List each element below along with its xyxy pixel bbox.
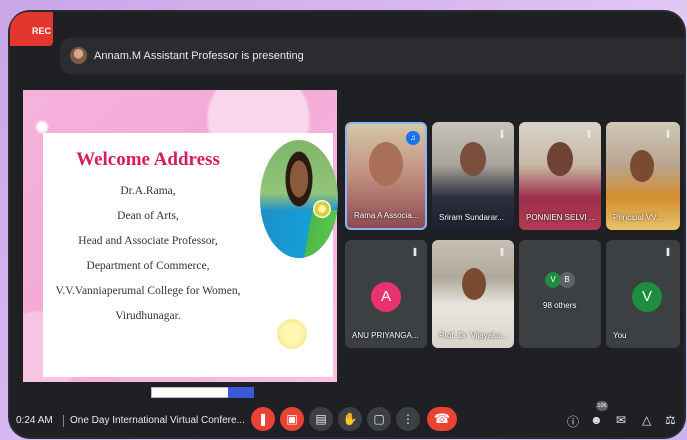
host-controls-icon[interactable]: ⚖ — [665, 413, 676, 427]
photo-clothing — [260, 210, 338, 258]
participant-name: ANU PRIYANGA... — [352, 331, 419, 340]
slide-line-name: Dr.A.Rama, — [120, 185, 176, 197]
presenting-banner: Annam.M Assistant Professor is presentin… — [60, 38, 684, 74]
avatar: A — [371, 282, 401, 312]
presenting-text: Annam.M Assistant Professor is presentin… — [94, 50, 304, 62]
participant-name: Principal VV... — [613, 213, 663, 222]
participant-tile-3[interactable]: ❚ PONNIEN SELVI ... — [519, 122, 601, 230]
participant-name: PONNIEN SELVI ... — [526, 213, 596, 222]
mic-off-icon: ❚ — [664, 129, 672, 138]
speaker-photo — [260, 140, 338, 258]
meeting-title: One Day International Virtual Confere... — [70, 415, 245, 426]
slide-line-department: Department of Commerce, — [86, 260, 210, 272]
bottom-toolbar: 0:24 AM One Day International Virtual Co… — [10, 393, 684, 437]
chat-icon[interactable]: ✉ — [616, 413, 626, 427]
slide-line-college: V.V.Vanniaperumal College for Women, — [55, 285, 241, 297]
mic-off-icon: ❚ — [498, 247, 506, 256]
raise-hand-button[interactable]: ✋ — [338, 407, 362, 431]
participant-name: Rama A Associa... — [354, 211, 419, 220]
mic-off-icon: ❚ — [411, 247, 419, 256]
mic-off-icon: ❚ — [664, 247, 672, 256]
participant-name: You — [613, 331, 627, 340]
slide-line-head: Head and Associate Professor, — [78, 235, 218, 247]
slide-line-city: Virudhunagar. — [115, 310, 181, 322]
participant-name: Sriram Sundarar... — [439, 213, 504, 222]
others-count: 98 others — [543, 301, 577, 310]
slide-line-dean: Dean of Arts, — [117, 210, 179, 222]
participant-name: Prof. Dr. Vijayaku... — [439, 331, 508, 340]
speaking-indicator-icon: ♫ — [406, 131, 420, 145]
slide-decoration-glow — [35, 120, 49, 134]
slide-title: Welcome Address — [76, 149, 220, 170]
avatar: V — [632, 282, 662, 312]
slide-decoration-dot — [277, 319, 307, 349]
people-icon[interactable]: ☻ — [590, 413, 603, 427]
presenter-avatar — [70, 47, 87, 64]
photo-badge — [313, 200, 331, 218]
info-icon[interactable]: ⓘ — [567, 413, 579, 430]
end-call-button[interactable]: ☎ — [427, 407, 457, 431]
participant-tile-5[interactable]: A ❚ ANU PRIYANGA... — [345, 240, 427, 348]
meeting-time: 0:24 AM — [16, 415, 53, 426]
participant-count-badge: 106 — [596, 401, 608, 411]
mic-toggle-button[interactable]: ❚ — [251, 407, 275, 431]
participant-tile-2[interactable]: ❚ Sriram Sundarar... — [432, 122, 514, 230]
camera-toggle-button[interactable]: ▣ — [280, 407, 304, 431]
captions-button[interactable]: ▤ — [309, 407, 333, 431]
participant-tile-4[interactable]: ❚ Principal VV... — [606, 122, 680, 230]
present-button[interactable]: ▢ — [367, 407, 391, 431]
recording-label: REC — [32, 26, 52, 36]
avatar: B — [559, 272, 575, 288]
participant-tile-self[interactable]: V ❚ You — [606, 240, 680, 348]
more-options-button[interactable]: ⋮ — [396, 407, 420, 431]
recording-badge: REC — [10, 12, 53, 46]
mic-off-icon: ❚ — [498, 129, 506, 138]
participant-tile-others[interactable]: V B 98 others — [519, 240, 601, 348]
mic-off-icon: ❚ — [585, 129, 593, 138]
participant-tile-1[interactable]: ♫ Rama A Associa... — [345, 122, 427, 230]
activities-icon[interactable]: △ — [642, 413, 651, 427]
participant-tile-6[interactable]: ❚ Prof. Dr. Vijayaku... — [432, 240, 514, 348]
toolbar-divider — [63, 415, 64, 427]
